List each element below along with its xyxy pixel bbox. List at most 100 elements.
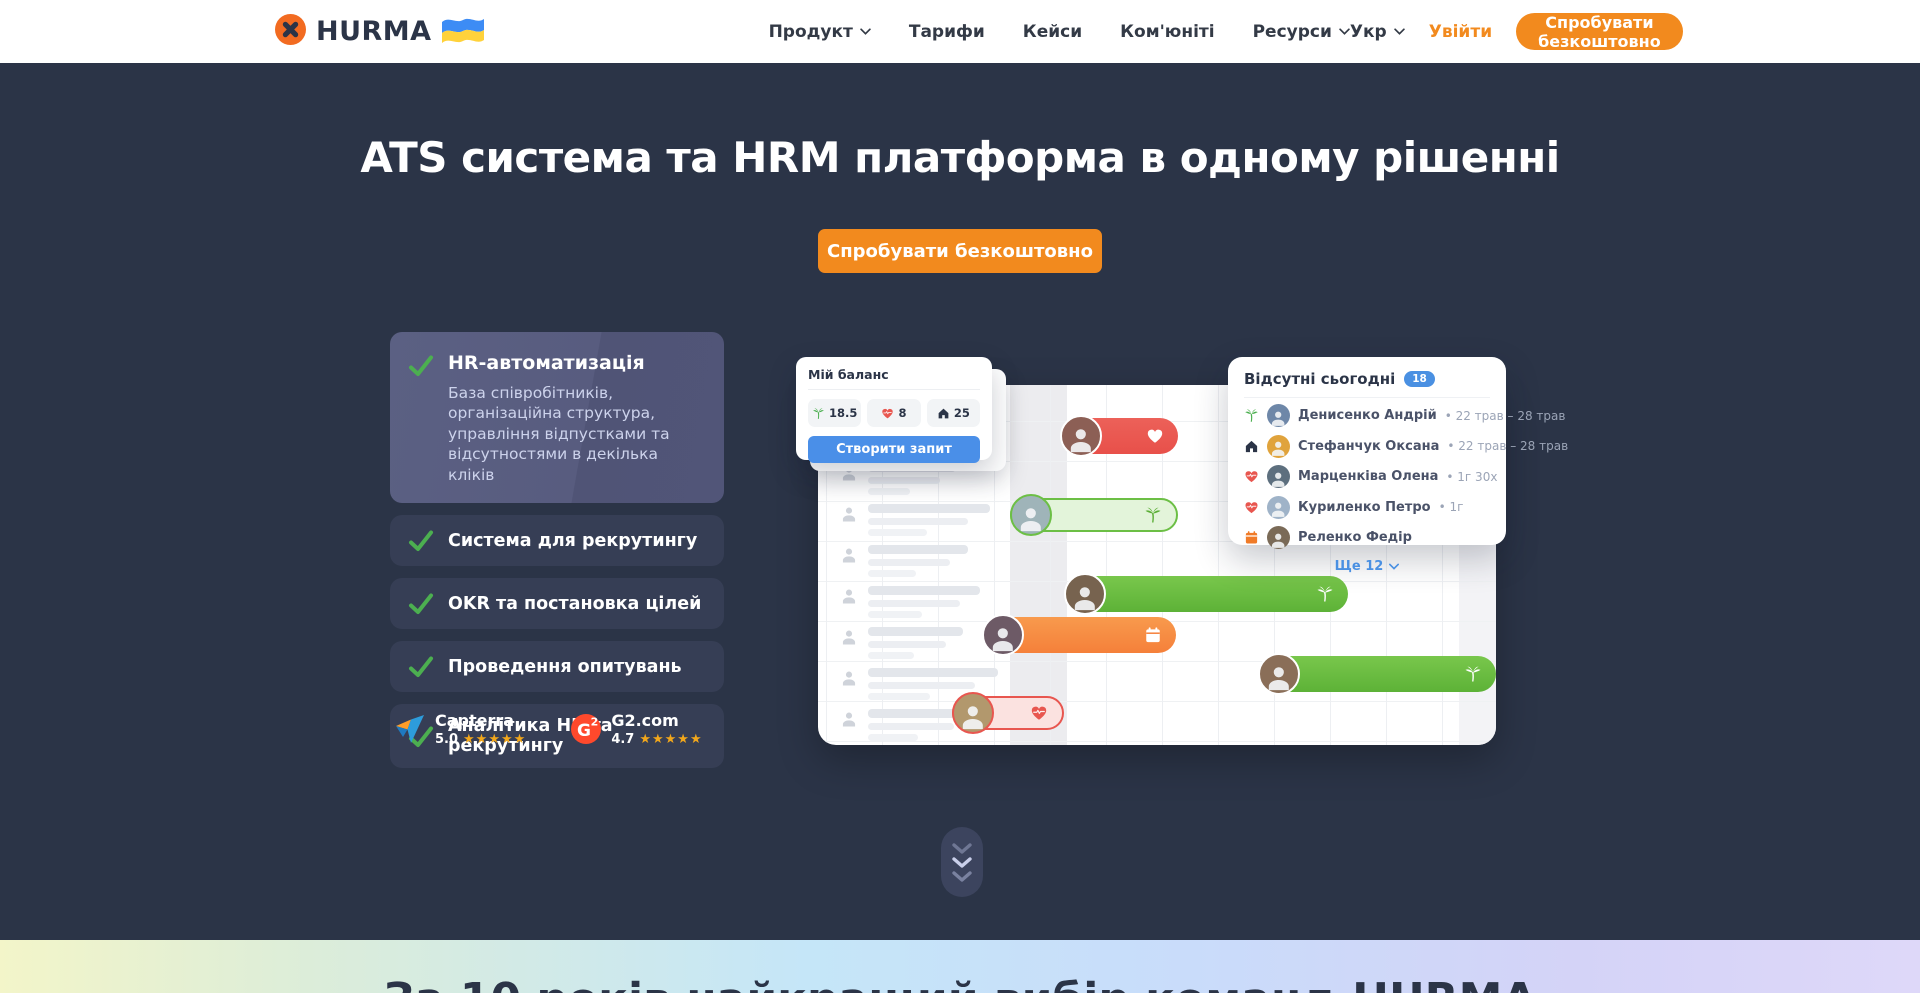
absent-period: • 22 трав – 28 трав — [1445, 409, 1566, 423]
hero-cta-button[interactable]: Спробувати безкоштовно — [818, 229, 1102, 273]
feature-description: База співробітників, організаційна струк… — [448, 383, 706, 485]
avatar — [1267, 435, 1290, 458]
balance-stat[interactable]: 25 — [927, 399, 980, 427]
rating-capterra[interactable]: Capterra 5.0 ★★★★★ — [394, 712, 526, 747]
absent-row[interactable]: Стефанчук Оксана • 22 трав – 28 трав — [1244, 433, 1490, 459]
chevron-down-icon — [952, 843, 972, 854]
absent-row[interactable]: Реленко Федір — [1244, 525, 1490, 551]
person-icon — [840, 628, 858, 646]
chevron-down-icon — [952, 871, 972, 882]
palm-icon — [1244, 408, 1259, 423]
absent-person-name: Куриленко Петро — [1298, 500, 1431, 515]
avatar — [1060, 415, 1102, 457]
avatar — [1064, 573, 1106, 615]
feature-card-4[interactable]: Проведення опитувань — [390, 641, 724, 692]
avatar — [952, 692, 994, 734]
g2-icon: G2 — [570, 713, 602, 745]
absent-row[interactable]: Денисенко Андрій • 22 трав – 28 трав — [1244, 403, 1490, 429]
heart-icon — [881, 407, 894, 420]
absent-period: • 1г 30х — [1446, 470, 1497, 484]
avatar — [1267, 496, 1290, 519]
login-link[interactable]: Увійти — [1429, 22, 1492, 42]
absence-bar-palm[interactable] — [1260, 656, 1496, 692]
absence-bar-heart[interactable] — [952, 696, 1064, 730]
feature-title: Система для рекрутингу — [448, 531, 706, 551]
avatar — [1258, 653, 1300, 695]
scroll-down-indicator[interactable] — [941, 827, 983, 897]
create-request-button[interactable]: Створити запит — [808, 436, 980, 463]
nav-item-4[interactable]: Ком'юніті — [1120, 22, 1214, 42]
rating-g2com[interactable]: G2 G2.com 4.7 ★★★★★ — [570, 712, 702, 747]
feature-card-2[interactable]: Система для рекрутингу — [390, 515, 724, 566]
person-icon — [840, 587, 858, 605]
absence-bar-calendar[interactable] — [984, 617, 1176, 653]
absence-bar-heart[interactable] — [1062, 418, 1178, 454]
person-icon — [840, 669, 858, 687]
header-cta-button[interactable]: Спробувати безкоштовно — [1516, 13, 1683, 50]
nav-item-label: Продукт — [769, 22, 853, 42]
calendar-icon — [1144, 626, 1162, 644]
absent-period: • 22 трав – 28 трав — [1447, 439, 1568, 453]
rating-score: 4.7 — [611, 732, 634, 747]
check-icon — [408, 654, 434, 680]
nav-item-2[interactable]: Тарифи — [909, 22, 985, 42]
palm-icon — [1316, 585, 1334, 603]
absent-row[interactable]: Куриленко Петро • 1г — [1244, 494, 1490, 520]
employee-row-placeholder — [840, 504, 998, 545]
nav-item-1[interactable]: Продукт — [769, 22, 871, 42]
balance-card: Мій баланс 18.5 8 25 Створити запит — [796, 357, 992, 460]
heart-icon — [1146, 427, 1164, 445]
avatar — [1267, 465, 1290, 488]
feature-card-1[interactable]: HR-автоматизація База співробітників, ор… — [390, 332, 724, 503]
show-more-link[interactable]: Ще 12 — [1244, 559, 1490, 574]
calendar-icon — [1244, 530, 1259, 545]
clipped-section-heading: За 10 років найкращий вибір команд HURMA — [0, 974, 1920, 993]
avatar — [1267, 526, 1290, 549]
absent-today-card: Відсутні сьогодні 18 Денисенко Андрій • … — [1228, 357, 1506, 545]
person-icon — [840, 505, 858, 523]
nav-item-label: Ресурси — [1253, 22, 1332, 42]
logo-text: HURMA — [316, 16, 432, 47]
absent-person-name: Реленко Федір — [1298, 530, 1412, 545]
next-section-strip: За 10 років найкращий вибір команд HURMA — [0, 940, 1920, 993]
star-icons: ★★★★★ — [639, 733, 702, 746]
nav-item-5[interactable]: Ресурси — [1253, 22, 1350, 42]
balance-stat[interactable]: 18.5 — [808, 399, 861, 427]
home-icon — [1244, 439, 1259, 454]
person-icon — [840, 546, 858, 564]
rating-score: 5.0 — [435, 732, 458, 747]
feature-card-3[interactable]: OKR та постановка цілей — [390, 578, 724, 629]
hurma-logo[interactable]: HURMA — [275, 14, 484, 49]
check-icon — [408, 591, 434, 617]
absence-bar-palm[interactable] — [1066, 576, 1348, 612]
balance-stat[interactable]: 8 — [867, 399, 920, 427]
language-selector[interactable]: Укр — [1350, 22, 1405, 42]
feature-title: Проведення опитувань — [448, 657, 706, 677]
heart-icon — [1030, 704, 1048, 722]
absent-person-name: Денисенко Андрій — [1298, 408, 1437, 423]
check-icon — [408, 528, 434, 554]
avatar — [1267, 404, 1290, 427]
absent-card-title: Відсутні сьогодні — [1244, 370, 1395, 388]
heart-icon — [1244, 500, 1259, 515]
balance-stats: 18.5 8 25 — [808, 399, 980, 427]
person-icon — [840, 710, 858, 728]
absent-period: • 1г — [1439, 500, 1464, 514]
absent-row[interactable]: Марценківа Олена • 1г 30х — [1244, 464, 1490, 490]
hurma-fruit-icon — [275, 14, 306, 49]
language-label: Укр — [1350, 22, 1387, 42]
nav-item-3[interactable]: Кейси — [1023, 22, 1082, 42]
ukraine-flag-icon — [442, 15, 484, 48]
ratings-row: Capterra 5.0 ★★★★★ G2 G2.com 4.7 ★★★★★ — [394, 712, 703, 747]
avatar — [982, 614, 1024, 656]
svg-text:G: G — [577, 721, 591, 741]
chevron-down-icon — [1339, 28, 1350, 35]
capterra-icon — [394, 713, 426, 745]
employee-row-placeholder — [840, 586, 998, 627]
chevron-down-icon — [1389, 559, 1399, 574]
absence-bar-palm[interactable] — [1010, 498, 1178, 532]
top-navbar: HURMA Продукт Тарифи Кейси Ком'юніті Ресурси… — [0, 0, 1920, 63]
hero-title: ATS система та HRM платформа в одному рі… — [0, 133, 1920, 182]
palm-icon — [1464, 665, 1482, 683]
palm-icon — [1144, 506, 1162, 524]
